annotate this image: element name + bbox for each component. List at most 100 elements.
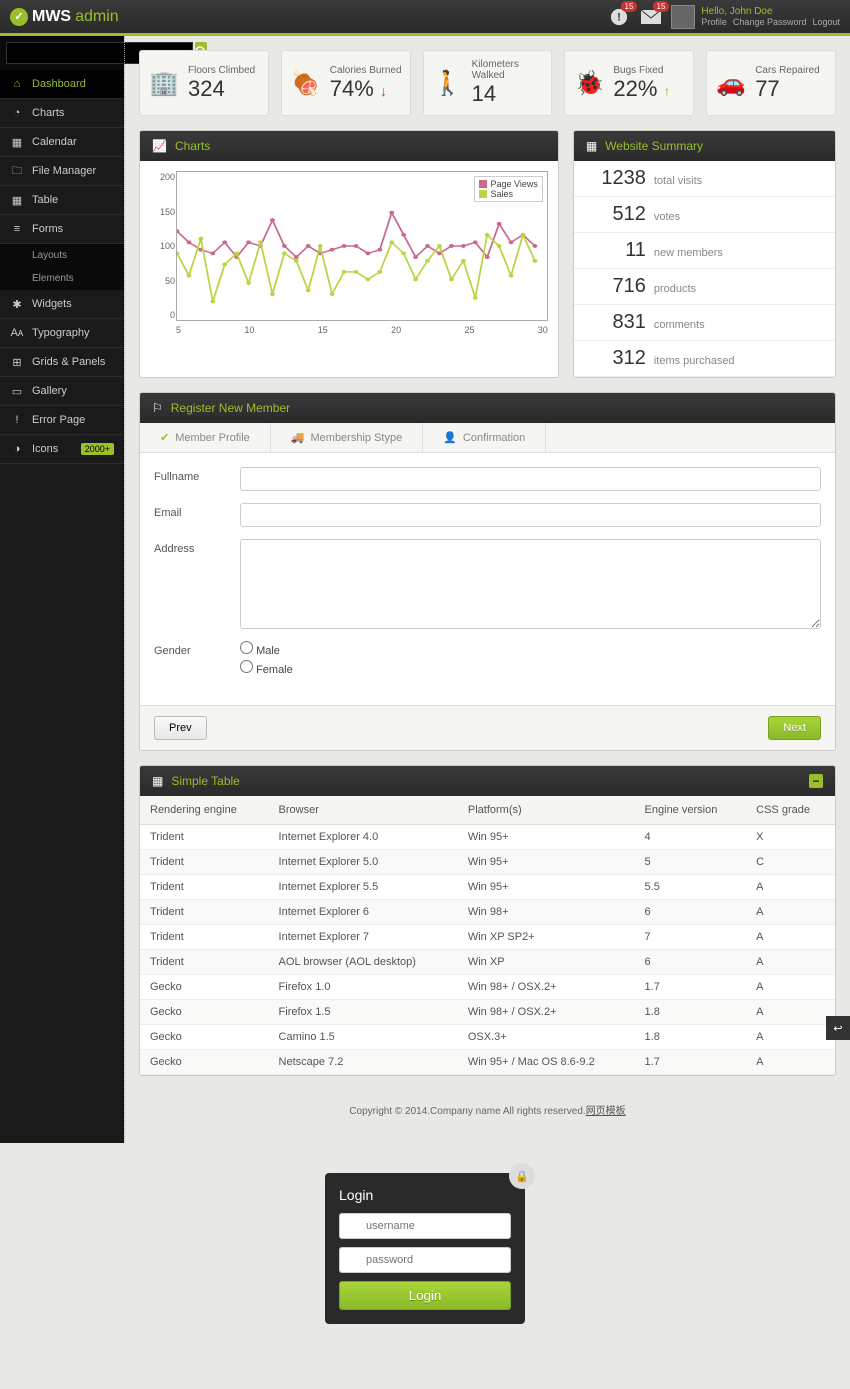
email-input[interactable] [240,503,821,527]
table-header: Engine version [635,796,747,825]
subnav-layouts[interactable]: Layouts [0,244,124,267]
nav-icon: ! [10,413,24,427]
stat-label: Cars Repaired [755,65,827,76]
nav-badge: 2000+ [81,443,114,455]
table-row: GeckoFirefox 1.0Win 98+ / OSX.2+1.7A [140,975,835,1000]
nav-item-calendar[interactable]: ▦Calendar [0,128,124,157]
nav-item-widgets[interactable]: ✱Widgets [0,290,124,319]
logo-main: MWS [32,8,71,26]
stat-icon: 🏢 [148,67,180,99]
alerts-badge: 15 [621,1,638,12]
profile-link[interactable]: Profile [701,17,727,27]
nav-icon: ✱ [10,297,24,311]
nav-icon: ≡ [10,222,24,236]
nav-item-icons[interactable]: ◑Icons2000+ [0,435,124,464]
login-title: Login [339,1187,511,1203]
fullname-input[interactable] [240,467,821,491]
next-button[interactable]: Next [768,716,821,740]
person-icon: 👤 [443,431,457,444]
table-header: Platform(s) [458,796,635,825]
gender-label: Gender [154,641,240,657]
table-row: TridentAOL browser (AOL desktop)Win XP6A [140,950,835,975]
table-row: TridentInternet Explorer 5.5Win 95+5.5A [140,875,835,900]
female-radio[interactable] [240,660,253,673]
nav-item-forms[interactable]: ≡Forms [0,215,124,244]
nav-item-table[interactable]: ▦Table [0,186,124,215]
stat-value: 22% ↑ [613,76,685,102]
content: 🏢Floors Climbed324 🍖Calories Burned74% ↓… [124,36,850,1143]
stat-label: Bugs Fixed [613,65,685,76]
summary-num: 1238 [586,167,646,190]
nav-icon: ▭ [10,384,24,398]
stat-icon: 🍖 [290,67,322,99]
wizard-step-confirm[interactable]: 👤Confirmation [423,423,546,452]
logout-link[interactable]: Logout [812,17,840,27]
logo-icon: ✓ [10,8,28,26]
address-input[interactable] [240,539,821,629]
stat-box[interactable]: 🚗Cars Repaired77 [706,50,836,116]
fullname-label: Fullname [154,467,240,483]
stat-icon: 🚶 [432,67,464,99]
summary-label: products [654,283,696,295]
nav-item-typography[interactable]: AᴀTypography [0,319,124,348]
table-row: TridentInternet Explorer 6Win 98+6A [140,900,835,925]
prev-button[interactable]: Prev [154,716,207,740]
username-input[interactable] [339,1213,511,1239]
summary-item: 312items purchased [574,341,835,377]
male-radio[interactable] [240,641,253,654]
table-row: GeckoCamino 1.5OSX.3+1.8A [140,1025,835,1050]
footer: Copyright © 2014.Company name All rights… [139,1090,836,1129]
wizard-title: Register New Member [171,401,290,415]
charts-panel: 📈 Charts 200150100500 Page Views Sales 5… [139,130,559,378]
password-input[interactable] [339,1247,511,1273]
login-button[interactable]: Login [339,1281,511,1310]
alerts-icon[interactable]: ! 15 [607,5,631,29]
change-password-link[interactable]: Change Password [733,17,807,27]
nav-item-grids-panels[interactable]: ⊞Grids & Panels [0,348,124,377]
nav-item-file-manager[interactable]: 🗀File Manager [0,157,124,186]
address-label: Address [154,539,240,555]
arrow-up-icon: ↑ [664,83,671,99]
login-box: 🔒 Login 👤 🔑 Login [325,1173,525,1324]
female-option[interactable]: Female [240,660,293,676]
subnav-elements[interactable]: Elements [0,267,124,290]
stat-label: Floors Climbed [188,65,260,76]
nav-icon: ▦ [10,193,24,207]
back-icon[interactable]: ↩ [826,1016,850,1040]
nav-item-error-page[interactable]: !Error Page [0,406,124,435]
table-header: Rendering engine [140,796,269,825]
avatar[interactable] [671,5,695,29]
table-row: TridentInternet Explorer 7Win XP SP2+7A [140,925,835,950]
nav-item-gallery[interactable]: ▭Gallery [0,377,124,406]
wizard-step-type[interactable]: 🚚Membership Stype [271,423,423,452]
nav-icon: ◑ [10,442,24,456]
logo[interactable]: ✓ MWS admin [10,8,119,26]
wizard-step-profile[interactable]: ✔Member Profile [140,423,271,452]
data-table: Rendering engineBrowserPlatform(s)Engine… [140,796,835,1075]
charts-title: Charts [175,139,210,153]
stat-box[interactable]: 🐞Bugs Fixed22% ↑ [564,50,694,116]
table-panel: ▦ Simple Table − Rendering engineBrowser… [139,765,836,1076]
nav-icon: 🗀 [10,164,24,178]
signpost-icon: ⚐ [152,401,163,415]
stat-box[interactable]: 🚶Kilometers Walked14 [423,50,553,116]
summary-title: Website Summary [605,139,703,153]
summary-label: votes [654,211,680,223]
mail-icon[interactable]: 15 [639,5,663,29]
footer-link[interactable]: 网页模板 [586,1106,626,1117]
stat-box[interactable]: 🍖Calories Burned74% ↓ [281,50,411,116]
male-option[interactable]: Male [240,641,293,657]
logo-sub: admin [75,8,119,26]
nav-icon: ⊞ [10,355,24,369]
email-label: Email [154,503,240,519]
summary-item: 512votes [574,197,835,233]
collapse-button[interactable]: − [809,774,823,788]
svg-text:!: ! [618,11,622,23]
stat-box[interactable]: 🏢Floors Climbed324 [139,50,269,116]
stat-value: 77 [755,76,827,102]
nav-item-charts[interactable]: ◔Charts [0,99,124,128]
header: ✓ MWS admin ! 15 15 Hello, John Doe Prof… [0,0,850,36]
nav-item-dashboard[interactable]: ⌂Dashboard [0,70,124,99]
nav-icon: ▦ [10,135,24,149]
mail-badge: 15 [653,1,670,12]
